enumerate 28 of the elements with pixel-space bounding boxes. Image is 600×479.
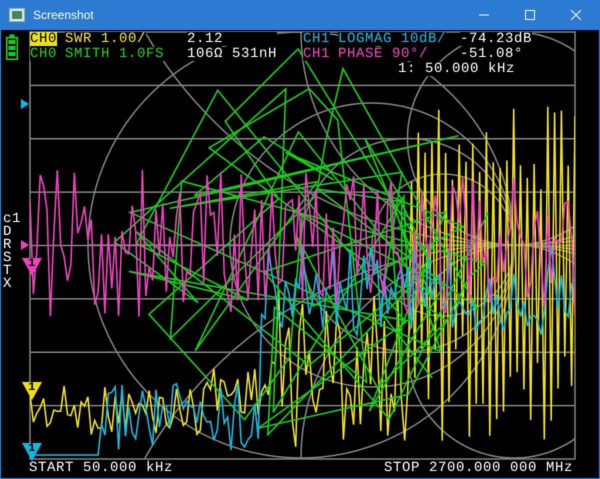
battery-icon [6,34,18,60]
calibration-status: S [3,252,14,265]
trace-reading: 106Ω 531nH [187,47,278,61]
calibration-status: X [3,278,14,291]
window-title: Screenshot [33,8,95,22]
maximize-icon [525,10,535,20]
start-frequency: START 50.000 kHz [29,461,174,475]
trace-format: LOGMAG 10dB/ [338,32,446,46]
calibration-status: D [3,226,14,239]
trace-reading: -74.23dB [460,32,532,46]
trace-reading: 2.12 [187,32,278,46]
trace-channel: CH0 [30,32,58,46]
marker-readout: 1: 50.000 kHz [398,62,516,76]
trace-format: PHASE 90°/ [338,47,428,61]
close-icon [571,10,581,20]
calibration-status: T [3,265,14,278]
trace-channel: CH0 [30,47,58,61]
trace-channel: CH1 [303,47,330,61]
marker-flag[interactable]: 1 [22,258,42,276]
marker-flag[interactable]: 1 [22,443,42,461]
app-icon [9,8,25,22]
calibration-status: R [3,239,14,252]
calibration-status: c1 [3,213,22,226]
reference-arrow-icon [21,99,29,109]
stop-frequency: STOP 2700.000 000 MHz [384,461,574,475]
trace-format: SMITH 1.0FS [65,47,164,61]
marker-flag[interactable]: 1 [22,382,42,400]
reference-arrow-icon [21,240,29,250]
